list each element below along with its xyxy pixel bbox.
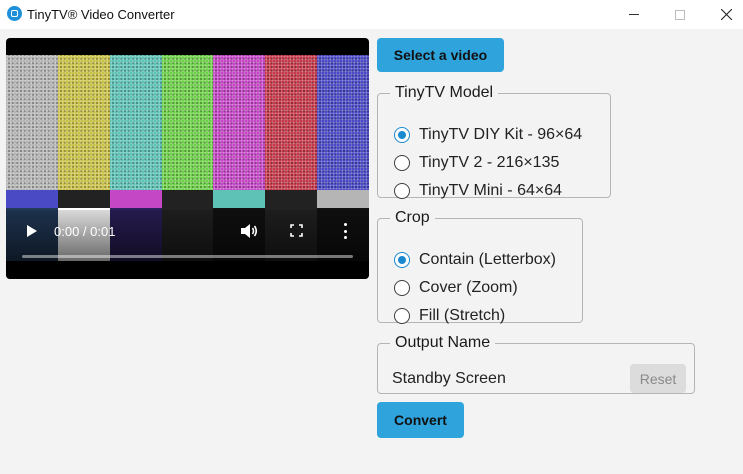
crop-group: Crop Contain (Letterbox) Cover (Zoom) Fi… <box>377 209 583 325</box>
crop-option-cover[interactable]: Cover (Zoom) <box>394 279 518 297</box>
more-options-icon[interactable] <box>343 223 347 239</box>
color-bar <box>109 55 162 190</box>
color-bar <box>161 55 214 190</box>
minimize-button[interactable] <box>611 0 657 29</box>
convert-button[interactable]: Convert <box>377 402 464 438</box>
crop-radio-2[interactable] <box>394 308 410 324</box>
crop-option-fill[interactable]: Fill (Stretch) <box>394 307 505 325</box>
color-bar <box>317 55 369 190</box>
close-icon <box>720 9 732 20</box>
color-bar <box>6 190 58 208</box>
crop-radio-0[interactable] <box>394 252 410 268</box>
select-video-button[interactable]: Select a video <box>377 38 504 72</box>
crop-legend: Crop <box>395 209 430 226</box>
color-bar <box>265 55 318 190</box>
crop-option-label: Fill (Stretch) <box>419 307 506 324</box>
reset-button[interactable]: Reset <box>630 364 686 393</box>
model-radio-0[interactable] <box>394 127 410 143</box>
window-title: TinyTV® Video Converter <box>27 7 175 22</box>
video-progress-bar[interactable] <box>22 255 353 258</box>
color-bar <box>213 190 266 208</box>
tinytv-model-group: TinyTV Model TinyTV DIY Kit - 96×64 Tiny… <box>377 84 611 200</box>
model-option-label: TinyTV Mini - 64×64 <box>419 182 563 199</box>
model-option-label: TinyTV DIY Kit - 96×64 <box>419 126 583 143</box>
output-name-input[interactable]: Standby Screen <box>392 370 506 388</box>
color-bar <box>265 190 318 208</box>
color-bar <box>57 190 110 208</box>
color-bar <box>6 55 58 190</box>
model-option-tinytv-2[interactable]: TinyTV 2 - 216×135 <box>394 154 559 172</box>
model-radio-2[interactable] <box>394 183 410 199</box>
output-name-group: Output Name Standby Screen Reset <box>377 334 695 394</box>
video-player[interactable]: 0:00 / 0:01 <box>6 38 369 279</box>
maximize-button[interactable] <box>657 0 703 29</box>
test-pattern-strip <box>6 190 369 208</box>
crop-option-label: Cover (Zoom) <box>419 279 518 296</box>
video-controls-bar <box>6 210 369 279</box>
app-logo-icon <box>7 6 22 21</box>
color-bar <box>213 55 266 190</box>
close-button[interactable] <box>703 0 743 29</box>
maximize-icon <box>675 9 685 20</box>
model-option-label: TinyTV 2 - 216×135 <box>419 154 560 171</box>
play-icon[interactable] <box>27 225 37 237</box>
volume-icon[interactable] <box>240 223 258 239</box>
crop-radio-1[interactable] <box>394 280 410 296</box>
crop-option-label: Contain (Letterbox) <box>419 251 556 268</box>
test-pattern-bars <box>6 55 369 190</box>
output-name-legend: Output Name <box>395 334 491 351</box>
color-bar <box>161 190 214 208</box>
tinytv-model-legend: TinyTV Model <box>395 84 494 101</box>
video-time: 0:00 / 0:01 <box>54 224 116 239</box>
model-radio-1[interactable] <box>394 155 410 171</box>
title-bar: TinyTV® Video Converter <box>0 0 743 29</box>
model-option-diy-kit[interactable]: TinyTV DIY Kit - 96×64 <box>394 126 582 144</box>
minimize-icon <box>629 14 639 15</box>
crop-option-contain[interactable]: Contain (Letterbox) <box>394 251 556 269</box>
model-option-mini[interactable]: TinyTV Mini - 64×64 <box>394 182 562 200</box>
color-bar <box>57 55 110 190</box>
color-bar <box>109 190 162 208</box>
fullscreen-icon[interactable] <box>290 224 303 237</box>
color-bar <box>317 190 369 208</box>
